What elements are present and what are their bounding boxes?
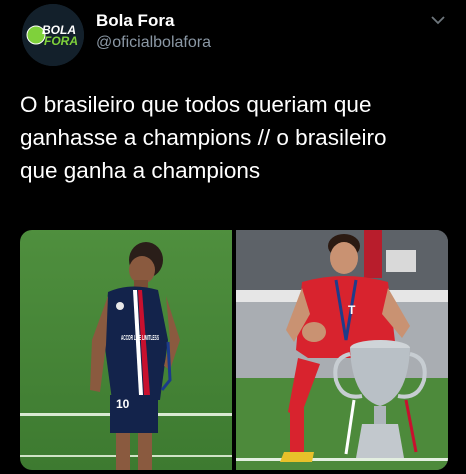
tweet-text: O brasileiro que todos queriam que ganha…	[20, 88, 450, 187]
handle[interactable]: @oficialbolafora	[96, 34, 211, 52]
avatar-text-bottom: FORA	[44, 34, 78, 48]
jersey-number: 10	[116, 397, 130, 411]
display-name[interactable]: Bola Fora	[96, 11, 174, 31]
jersey-sponsor: T	[348, 303, 356, 317]
tweet-line: O brasileiro que todos queriam que	[20, 92, 372, 117]
tweet-line: ganhasse a champions // o brasileiro	[20, 125, 387, 150]
bola-fora-logo: BOLA FORA	[22, 4, 84, 66]
chevron-down-icon[interactable]	[428, 12, 448, 28]
tweet-media[interactable]: ACCOR LIVE LIMITLESS 10 T	[20, 230, 448, 470]
jersey-sponsor: ACCOR LIVE LIMITLESS	[121, 335, 159, 342]
tweet-line: que ganha a champions	[20, 158, 261, 183]
photo-coutinho[interactable]: T	[236, 230, 448, 470]
avatar[interactable]: BOLA FORA	[22, 4, 84, 66]
photo-neymar[interactable]: ACCOR LIVE LIMITLESS 10	[20, 230, 232, 470]
